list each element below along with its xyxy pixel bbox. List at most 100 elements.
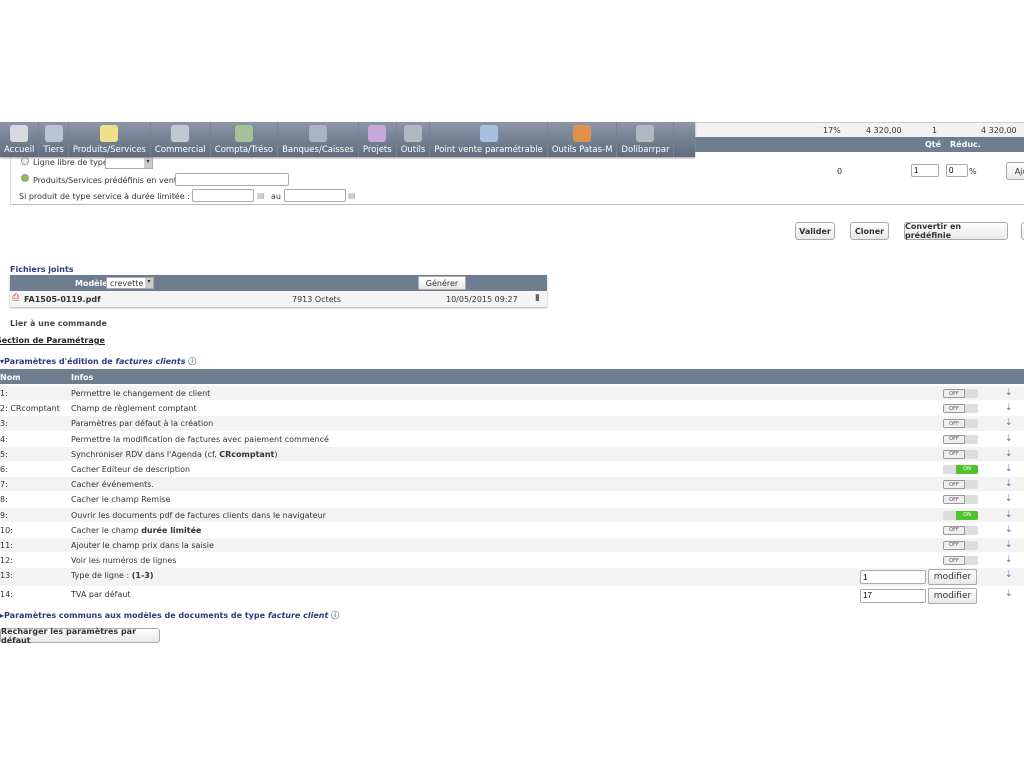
date-end-input[interactable] [284, 189, 346, 202]
param-info-text: Cacher le champ Remise [71, 495, 171, 505]
modify-button[interactable]: modifier [928, 587, 977, 604]
info-icon[interactable]: ⇣ [1005, 510, 1013, 520]
menu-label: Outils [400, 145, 426, 155]
model-select[interactable]: crevette ▾ [106, 277, 154, 289]
menu-item-commercial[interactable]: Commercial [151, 122, 211, 157]
menu-item-produits-services[interactable]: Produits/Services [69, 122, 151, 157]
calendar-icon[interactable]: ▤ [348, 191, 356, 200]
date-start-input[interactable] [192, 189, 254, 202]
reload-defaults-button[interactable]: Recharger les paramètres par défaut [0, 627, 160, 645]
param-toggle[interactable]: OFF [943, 480, 978, 490]
info-icon[interactable]: ⇣ [1005, 525, 1013, 535]
dolibarr-tools-icon [636, 125, 655, 142]
param-info: TVA par défaut [71, 590, 131, 599]
info-icon: ⓘ [331, 611, 340, 620]
reduc-header: Réduc. [950, 140, 981, 149]
param-name: 4: [0, 434, 8, 444]
line-qty: 1 [932, 126, 938, 135]
info-icon[interactable]: ⇣ [1005, 570, 1013, 580]
files-table: Modèle crevette ▾ Générer ⎙ FA1505-0119.p… [10, 275, 547, 307]
param-info: Synchroniser RDV dans l'Agenda (cf. CRco… [71, 450, 277, 459]
info-icon[interactable]: ⇣ [1005, 589, 1013, 599]
param-toggle[interactable]: OFF [943, 404, 978, 414]
menu-item-dolibarrpar[interactable]: Dolibarrpar [617, 122, 675, 157]
info-icon[interactable]: ⇣ [1005, 418, 1013, 428]
menu-label: Dolibarrpar [621, 145, 670, 155]
qty-input[interactable] [911, 164, 939, 177]
pos-icon [479, 125, 498, 142]
info-icon[interactable]: ⇣ [1005, 494, 1013, 504]
line-total: 4 320,00 [981, 126, 1017, 135]
add-line-button[interactable]: Ajo [1006, 162, 1024, 180]
file-date: 10/05/2015 09:27 [446, 295, 518, 304]
param-info-text: Ouvrir les documents pdf de factures cli… [71, 510, 326, 520]
param-toggle[interactable]: OFF [943, 419, 978, 429]
param-toggle[interactable]: OFF [943, 540, 978, 550]
param-toggle[interactable]: OFF [943, 389, 978, 398]
add-line-form: Ligne libre de type ▾ Produits/Services … [10, 152, 1024, 205]
param-toggle[interactable]: OFF [943, 525, 978, 535]
info-icon[interactable]: ⇣ [1005, 403, 1013, 413]
params-title[interactable]: ▾Paramètres d'édition de factures client… [0, 356, 196, 367]
menu-item-projets[interactable]: Projets [359, 122, 397, 157]
percent-sign: % [969, 167, 977, 176]
param-info: Cacher le champ durée limitée [71, 526, 201, 535]
param-name: 11: [0, 540, 13, 550]
param-row: 6: Cacher Editeur de description ON ⇣ [0, 462, 1024, 478]
info-icon[interactable]: ⇣ [1005, 555, 1013, 565]
param-toggle[interactable]: OFF [943, 449, 978, 459]
header-nom: Nom [0, 373, 21, 382]
info-icon[interactable]: ⇣ [1005, 479, 1013, 489]
param-toggle[interactable]: OFF [943, 434, 978, 444]
predefined-radio[interactable] [21, 174, 29, 182]
header-infos: Infos [71, 373, 94, 382]
free-line-type-select[interactable]: ▾ [105, 157, 153, 169]
modify-button[interactable]: modifier [928, 569, 977, 586]
common-params-link[interactable]: ▸Paramètres communs aux modèles de docum… [0, 610, 339, 621]
bank-icon [308, 125, 327, 142]
param-name: 7: [0, 480, 8, 490]
common-params-em: facture client [267, 611, 329, 620]
file-name-link[interactable]: FA1505-0119.pdf [24, 295, 101, 304]
param-toggle[interactable]: OFF [943, 556, 978, 566]
toggle-state: OFF [943, 449, 965, 459]
param-toggle[interactable]: ON [943, 464, 978, 474]
calendar-icon[interactable]: ▤ [257, 191, 265, 200]
param-value-input[interactable] [860, 570, 926, 585]
home-icon [10, 125, 29, 142]
validate-button[interactable]: Valider [795, 222, 835, 240]
menu-item-compta-tr-so[interactable]: Compta/Tréso [211, 122, 279, 157]
info-icon[interactable]: ⇣ [1005, 388, 1013, 398]
free-line-radio[interactable] [21, 157, 29, 165]
menu-item-point-vente-param-trable[interactable]: Point vente paramétrable [430, 122, 548, 157]
menu-item-accueil[interactable]: Accueil [0, 122, 40, 157]
param-value-input[interactable] [860, 588, 926, 603]
menu-label: Outils Patas-M [551, 145, 613, 155]
param-row: 3: Paramètres par défaut à la création OFF… [0, 416, 1024, 432]
generate-button[interactable]: Générer [418, 276, 466, 290]
product-search-input[interactable] [175, 173, 289, 186]
param-toggle[interactable]: ON [943, 510, 978, 520]
trash-icon[interactable]: ▮ [535, 293, 540, 303]
reduc-input[interactable] [946, 164, 968, 177]
free-line-label: Ligne libre de type [33, 158, 108, 167]
au-label: au [271, 192, 281, 201]
info-icon[interactable]: ⇣ [1005, 434, 1013, 444]
param-info-text: Permettre la modification de factures av… [71, 434, 329, 444]
info-icon[interactable]: ⇣ [1005, 449, 1013, 459]
menu-item-tiers[interactable]: Tiers [39, 122, 69, 157]
convert-predefined-button[interactable]: Convertir en prédéfinie [904, 222, 1008, 240]
menu-item-banques-caisses[interactable]: Banques/Caisses [278, 122, 359, 157]
param-info-text: Champ de règlement comptant [71, 404, 197, 414]
param-info-text: Cacher événements. [71, 480, 154, 490]
link-order[interactable]: Lier à une commande [10, 319, 107, 328]
param-toggle[interactable]: OFF [943, 495, 978, 505]
menu-label: Banques/Caisses [282, 145, 354, 155]
menu-item-outils[interactable]: Outils [397, 122, 431, 157]
menu-label: Projets [362, 145, 392, 155]
info-icon[interactable]: ⇣ [1005, 540, 1013, 550]
clone-button[interactable]: Cloner [850, 222, 889, 240]
info-icon[interactable]: ⇣ [1005, 464, 1013, 474]
param-name: 8: [0, 495, 8, 505]
menu-item-outils-patas-m[interactable]: Outils Patas-M [548, 122, 618, 157]
